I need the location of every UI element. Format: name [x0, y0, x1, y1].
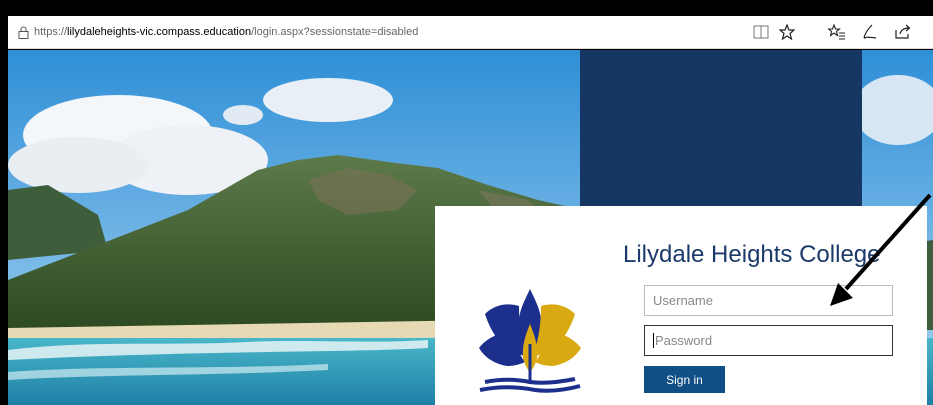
navy-banner-panel [580, 50, 862, 220]
login-card: Lilydale Heights College Username Passwo… [435, 206, 927, 405]
username-input[interactable]: Username [644, 285, 893, 316]
reading-view-icon[interactable] [750, 21, 772, 43]
college-name-heading: Lilydale Heights College [623, 241, 881, 268]
url-host: lilydaleheights-vic.compass.education [67, 26, 252, 38]
page-content: Lilydale Heights College Username Passwo… [8, 50, 933, 405]
lock-icon [12, 19, 34, 45]
text-caret [653, 333, 654, 348]
favorite-star-icon[interactable] [776, 21, 798, 43]
screenshot-frame: https://lilydaleheights-vic.compass.educ… [0, 0, 933, 405]
password-input[interactable]: Password [644, 325, 893, 356]
share-icon[interactable] [892, 21, 914, 43]
username-placeholder: Username [653, 293, 713, 308]
url-text: https://lilydaleheights-vic.compass.educ… [34, 26, 418, 38]
password-placeholder: Password [655, 333, 713, 348]
sign-in-button[interactable]: Sign in [644, 366, 725, 393]
url-field[interactable]: https://lilydaleheights-vic.compass.educ… [12, 19, 812, 45]
browser-address-bar: https://lilydaleheights-vic.compass.educ… [8, 16, 933, 49]
favorites-list-icon[interactable] [826, 21, 848, 43]
url-scheme: https:// [34, 26, 68, 38]
url-path: /login.aspx?sessionstate=disabled [251, 26, 419, 38]
pen-icon[interactable] [858, 21, 880, 43]
college-leaf-logo [479, 289, 581, 393]
